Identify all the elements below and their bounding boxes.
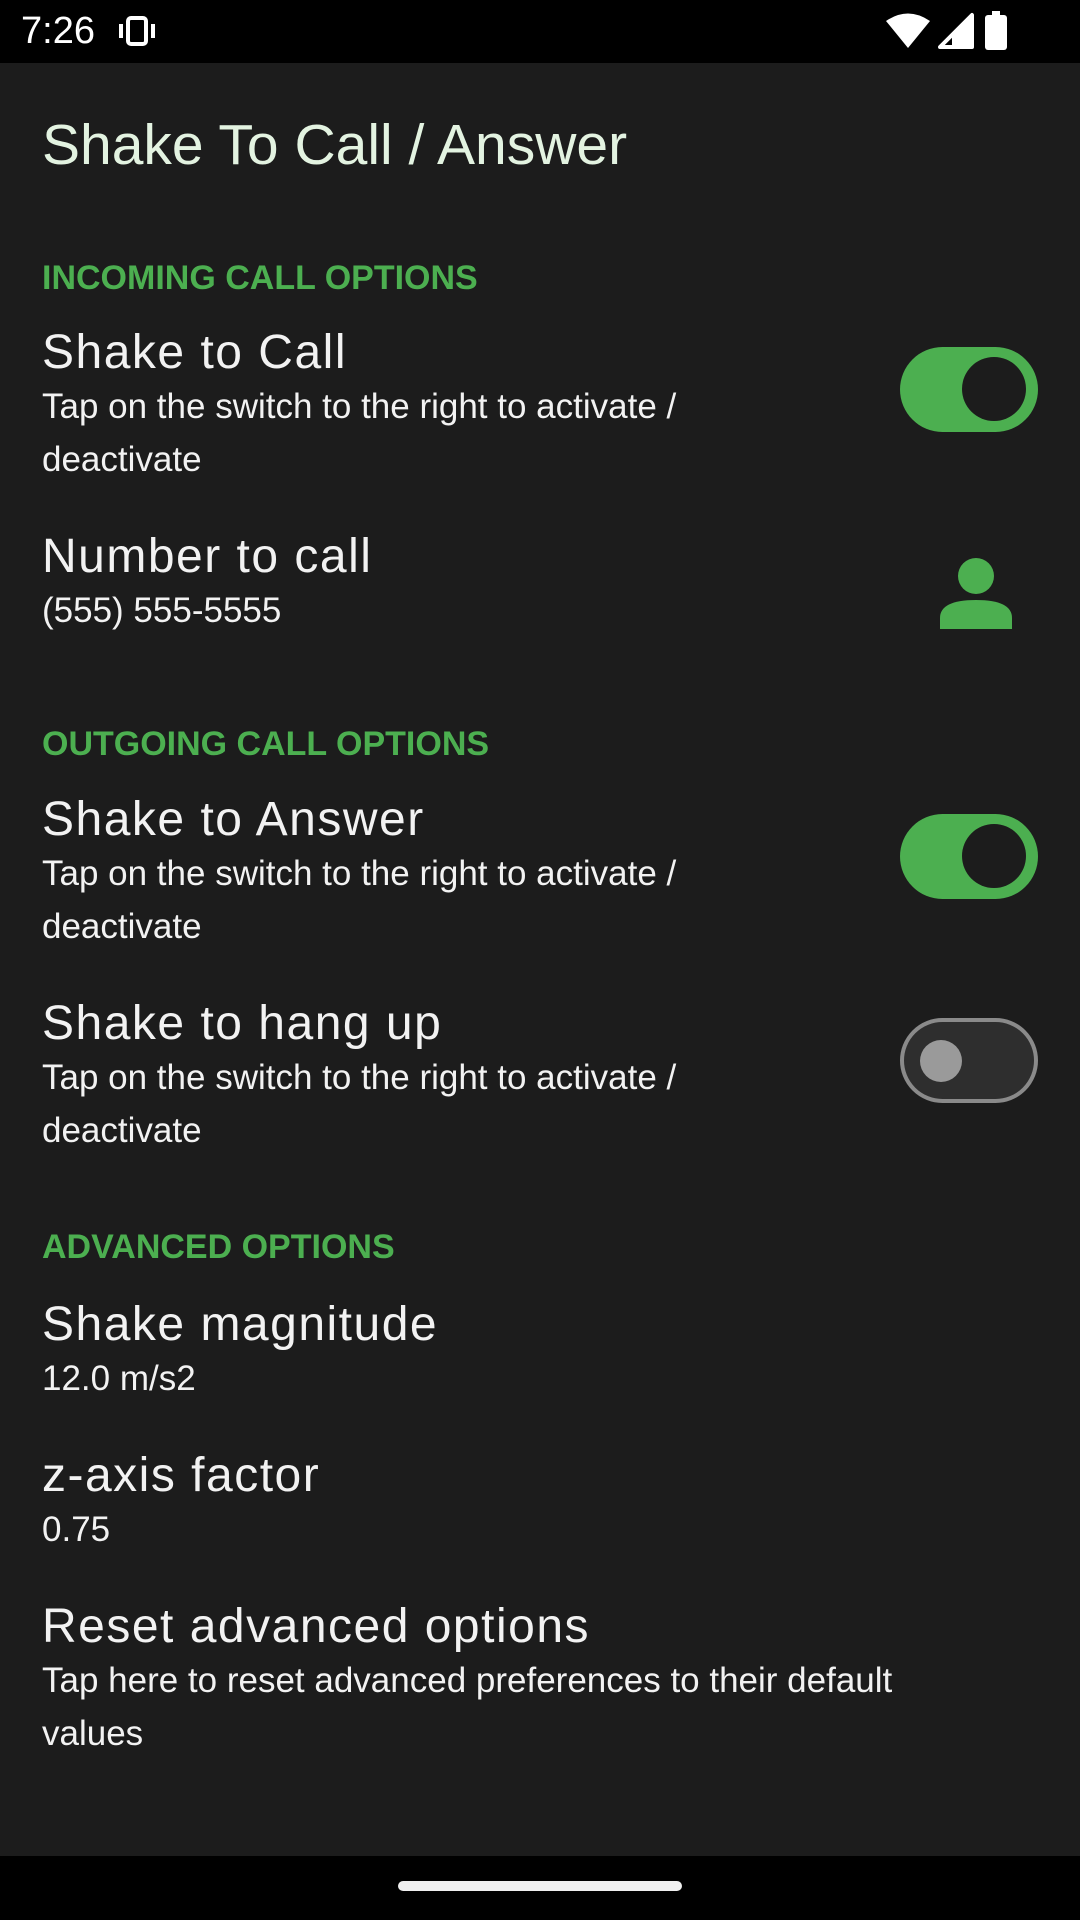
wifi-icon (886, 13, 930, 48)
pref-shake-to-answer[interactable]: Shake to Answer Tap on the switch to the… (0, 785, 1080, 955)
pref-title: z-axis factor (42, 1449, 321, 1502)
pref-value: (555) 555-5555 (42, 591, 282, 630)
pref-title: Shake to Answer (42, 793, 425, 846)
pref-number-to-call[interactable]: Number to call (555) 555-5555 (0, 522, 1080, 652)
status-time: 7:26 (21, 10, 95, 52)
section-header-advanced: ADVANCED OPTIONS (42, 1228, 395, 1266)
pref-title: Shake to Call (42, 326, 347, 379)
pref-title: Shake magnitude (42, 1298, 439, 1351)
contact-person-icon[interactable] (938, 556, 1014, 632)
switch-thumb (920, 1040, 962, 1082)
pref-title: Shake to hang up (42, 997, 443, 1050)
pref-z-axis-factor[interactable]: z-axis factor 0.75 (0, 1441, 1080, 1571)
pref-summary: Tap on the switch to the right to activa… (42, 854, 677, 946)
switch-thumb (962, 824, 1026, 888)
pref-summary: Tap on the switch to the right to activa… (42, 1058, 677, 1150)
pref-title: Reset advanced options (42, 1600, 591, 1653)
pref-shake-to-hang-up[interactable]: Shake to hang up Tap on the switch to th… (0, 989, 1080, 1159)
pref-value: 12.0 m/s2 (42, 1359, 196, 1398)
page-title: Shake To Call / Answer (42, 113, 628, 177)
pref-summary: Tap on the switch to the right to activa… (42, 387, 677, 479)
switch-thumb (962, 357, 1026, 421)
vibrate-icon (119, 16, 155, 46)
pref-summary: Tap here to reset advanced preferences t… (42, 1661, 893, 1753)
pref-reset-advanced[interactable]: Reset advanced options Tap here to reset… (0, 1592, 1080, 1762)
pref-shake-to-call[interactable]: Shake to Call Tap on the switch to the r… (0, 318, 1080, 488)
cell-signal-icon (938, 13, 974, 49)
section-header-incoming: INCOMING CALL OPTIONS (42, 259, 478, 297)
shake-to-hang-up-switch[interactable] (900, 1018, 1038, 1103)
shake-to-answer-switch[interactable] (900, 814, 1038, 899)
home-gesture-handle[interactable] (398, 1881, 682, 1891)
pref-title: Number to call (42, 530, 373, 583)
section-header-outgoing: OUTGOING CALL OPTIONS (42, 725, 490, 763)
pref-shake-magnitude[interactable]: Shake magnitude 12.0 m/s2 (0, 1290, 1080, 1420)
battery-icon (985, 11, 1007, 50)
pref-value: 0.75 (42, 1510, 111, 1549)
status-bar: 7:26 (0, 0, 1080, 63)
settings-screen: 7:26 Shake To Call / Answer INCOMING CAL… (0, 0, 1080, 1920)
shake-to-call-switch[interactable] (900, 347, 1038, 432)
